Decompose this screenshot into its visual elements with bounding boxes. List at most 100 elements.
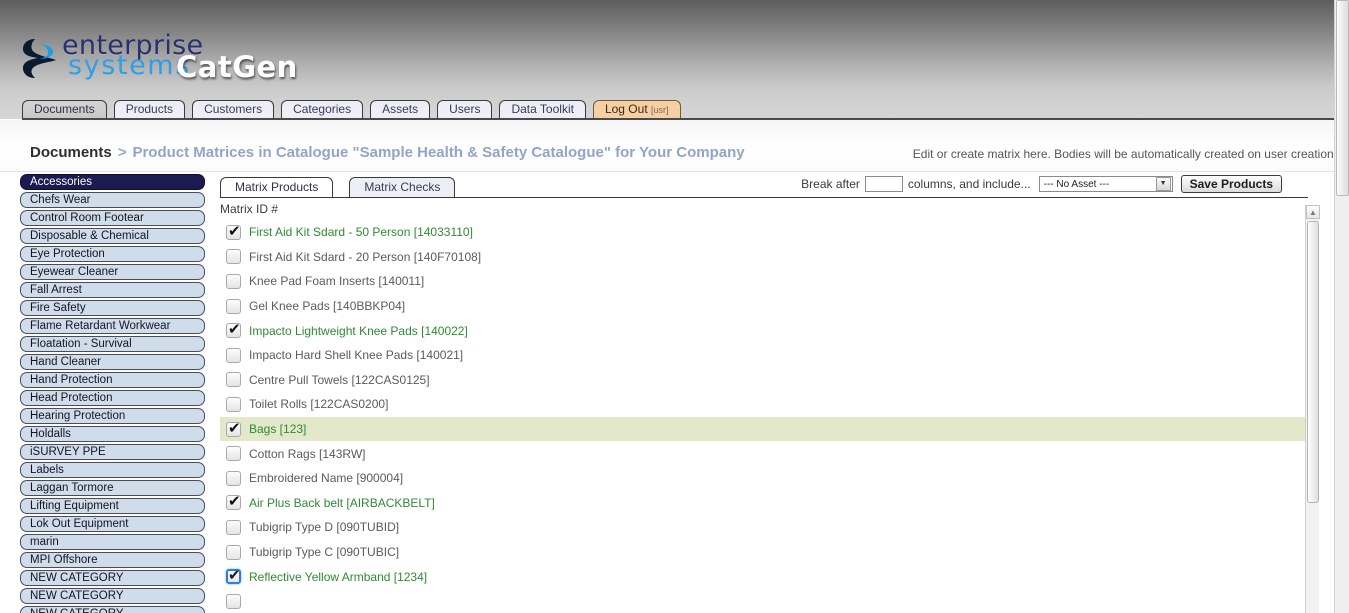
sidebar-item-labels[interactable]: Labels bbox=[20, 462, 205, 478]
product-row[interactable] bbox=[220, 589, 1308, 613]
break-after-input[interactable] bbox=[864, 176, 903, 192]
product-checkbox[interactable] bbox=[226, 273, 241, 289]
product-row[interactable]: Reflective Yellow Armband [1234] bbox=[220, 564, 1308, 589]
nav-tab-assets[interactable]: Assets bbox=[370, 100, 431, 119]
sidebar-item-laggan-tormore[interactable]: Laggan Tormore bbox=[20, 480, 205, 496]
app-title: CatGen bbox=[176, 50, 298, 84]
asset-select[interactable]: --- No Asset --- bbox=[1038, 176, 1173, 193]
product-label: Knee Pad Foam Inserts [140011] bbox=[249, 274, 425, 289]
product-label: Reflective Yellow Armband [1234] bbox=[249, 569, 428, 584]
product-checkbox[interactable] bbox=[226, 347, 241, 363]
sidebar-item-isurvey-ppe[interactable]: iSURVEY PPE bbox=[20, 444, 205, 460]
page-hint-text: Edit or create matrix here. Bodies will … bbox=[912, 147, 1337, 161]
product-list[interactable]: First Aid Kit Sdard - 50 Person [1403311… bbox=[220, 220, 1308, 613]
product-label: Tubigrip Type D [090TUBID] bbox=[249, 520, 400, 535]
product-row[interactable]: Embroidered Name [900004] bbox=[220, 466, 1308, 491]
sidebar-item-lifting-equipment[interactable]: Lifting Equipment bbox=[20, 498, 205, 514]
product-label: First Aid Kit Sdard - 50 Person [1403311… bbox=[249, 225, 473, 240]
sidebar-item-control-room-footear[interactable]: Control Room Footear bbox=[20, 210, 205, 226]
columns-include-label: columns, and include... bbox=[907, 177, 1031, 191]
product-row[interactable]: Bags [123] bbox=[220, 416, 1308, 442]
product-row[interactable]: Knee Pad Foam Inserts [140011] bbox=[220, 269, 1308, 294]
nav-tab-users[interactable]: Users bbox=[437, 100, 493, 119]
product-checkbox[interactable] bbox=[226, 446, 241, 462]
product-label: Impacto Hard Shell Knee Pads [140021] bbox=[249, 348, 464, 363]
panel-tab-matrix-checks[interactable]: Matrix Checks bbox=[349, 177, 456, 198]
product-label: Tubigrip Type C [090TUBIC] bbox=[249, 545, 400, 560]
product-row[interactable]: Air Plus Back belt [AIRBACKBELT] bbox=[220, 491, 1308, 516]
product-row[interactable]: Centre Pull Towels [122CAS0125] bbox=[220, 368, 1308, 393]
sidebar-item-eye-protection[interactable]: Eye Protection bbox=[20, 246, 205, 262]
sidebar-item-lok-out-equipment[interactable]: Lok Out Equipment bbox=[20, 516, 205, 532]
product-checkbox[interactable] bbox=[226, 593, 241, 609]
product-row[interactable]: Tubigrip Type D [090TUBID] bbox=[220, 515, 1308, 540]
nav-tab-customers[interactable]: Customers bbox=[192, 100, 275, 119]
sidebar-item-new-category[interactable]: NEW CATEGORY bbox=[20, 606, 205, 613]
product-row[interactable]: Impacto Lightweight Knee Pads [140022] bbox=[220, 318, 1308, 343]
product-checkbox[interactable] bbox=[226, 396, 241, 412]
panel-tab-matrix-products[interactable]: Matrix Products bbox=[220, 177, 334, 198]
product-label: Embroidered Name [900004] bbox=[249, 471, 404, 486]
product-checkbox[interactable] bbox=[226, 519, 241, 535]
product-row[interactable]: First Aid Kit Sdard - 20 Person [140F701… bbox=[220, 245, 1308, 270]
sidebar-item-holdalls[interactable]: Holdalls bbox=[20, 426, 205, 442]
nav-tab-logout[interactable]: Log Out [usr] bbox=[592, 100, 681, 119]
product-checkbox[interactable] bbox=[226, 222, 241, 240]
page-scrollbar-thumb[interactable] bbox=[1336, 0, 1349, 196]
product-row[interactable]: Cotton Rags [143RW] bbox=[220, 441, 1308, 466]
product-row[interactable]: Gel Knee Pads [140BBKP04] bbox=[220, 294, 1308, 319]
nav-tab-categories[interactable]: Categories bbox=[281, 100, 364, 119]
sidebar-item-fall-arrest[interactable]: Fall Arrest bbox=[20, 282, 205, 298]
product-list-scrollbar[interactable]: ▲ bbox=[1305, 205, 1320, 613]
matrix-id-label: Matrix ID # bbox=[220, 202, 279, 216]
sidebar-item-flame-retardant-workwear[interactable]: Flame Retardant Workwear bbox=[20, 318, 205, 334]
product-checkbox[interactable] bbox=[226, 470, 241, 486]
product-checkbox[interactable] bbox=[226, 372, 241, 388]
sidebar-item-chefs-wear[interactable]: Chefs Wear bbox=[20, 192, 205, 208]
sidebar-item-new-category[interactable]: NEW CATEGORY bbox=[20, 588, 205, 604]
sidebar-item-accessories[interactable]: Accessories bbox=[20, 174, 205, 190]
breadcrumb-root[interactable]: Documents bbox=[30, 144, 112, 161]
nav-tab-documents[interactable]: Documents bbox=[22, 100, 107, 119]
product-checkbox[interactable] bbox=[226, 320, 241, 339]
sidebar-item-eyewear-cleaner[interactable]: Eyewear Cleaner bbox=[20, 264, 205, 280]
logout-username: [usr] bbox=[651, 105, 669, 115]
sidebar-item-hand-cleaner[interactable]: Hand Cleaner bbox=[20, 354, 205, 370]
product-label: Centre Pull Towels [122CAS0125] bbox=[249, 372, 430, 387]
sidebar-item-mpi-offshore[interactable]: MPI Offshore bbox=[20, 552, 205, 568]
product-row[interactable]: Toilet Rolls [122CAS0200] bbox=[220, 392, 1308, 417]
product-label: Cotton Rags [143RW] bbox=[249, 446, 366, 461]
asset-select-wrapper: --- No Asset --- ▼ bbox=[1036, 176, 1173, 193]
app-header: enterprise systems CatGen bbox=[0, 0, 1349, 98]
category-sidebar[interactable]: Accessories Chefs Wear Control Room Footea… bbox=[20, 174, 205, 613]
main-navigation: Documents Products Customers Categories Asse… bbox=[0, 97, 1349, 119]
product-label: Gel Knee Pads [140BBKP04] bbox=[249, 299, 406, 314]
sidebar-item-disposable-chemical[interactable]: Disposable & Chemical bbox=[20, 228, 205, 244]
product-checkbox[interactable] bbox=[226, 544, 241, 560]
product-checkbox[interactable] bbox=[226, 492, 241, 511]
product-checkbox[interactable] bbox=[226, 566, 241, 585]
sidebar-item-head-protection[interactable]: Head Protection bbox=[20, 390, 205, 406]
sidebar-item-marin[interactable]: marin bbox=[20, 534, 205, 550]
product-row[interactable]: Tubigrip Type C [090TUBIC] bbox=[220, 540, 1308, 565]
product-checkbox[interactable] bbox=[226, 249, 241, 265]
breadcrumb-separator: > bbox=[117, 144, 127, 161]
product-row[interactable]: First Aid Kit Sdard - 50 Person [1403311… bbox=[220, 220, 1308, 245]
breadcrumb-current: Product Matrices in Catalogue "Sample He… bbox=[132, 144, 745, 161]
page-scrollbar[interactable] bbox=[1334, 0, 1349, 613]
product-label: Air Plus Back belt [AIRBACKBELT] bbox=[249, 495, 435, 510]
sidebar-item-new-category[interactable]: NEW CATEGORY bbox=[20, 570, 205, 586]
nav-tab-products[interactable]: Products bbox=[113, 100, 186, 119]
sidebar-item-floatation-survival[interactable]: Floatation - Survival bbox=[20, 336, 205, 352]
nav-tab-data-toolkit[interactable]: Data Toolkit bbox=[499, 100, 586, 119]
sidebar-item-hand-protection[interactable]: Hand Protection bbox=[20, 372, 205, 388]
save-products-button[interactable]: Save Products bbox=[1180, 175, 1282, 193]
product-checkbox[interactable] bbox=[226, 298, 241, 314]
product-list-scrollbar-thumb[interactable] bbox=[1307, 221, 1319, 503]
sidebar-item-fire-safety[interactable]: Fire Safety bbox=[20, 300, 205, 316]
product-row[interactable]: Impacto Hard Shell Knee Pads [140021] bbox=[220, 343, 1308, 368]
sidebar-item-hearing-protection[interactable]: Hearing Protection bbox=[20, 408, 205, 424]
break-after-label: Break after bbox=[801, 177, 860, 191]
scroll-up-arrow-icon[interactable]: ▲ bbox=[1306, 205, 1320, 219]
product-checkbox[interactable] bbox=[226, 419, 241, 437]
